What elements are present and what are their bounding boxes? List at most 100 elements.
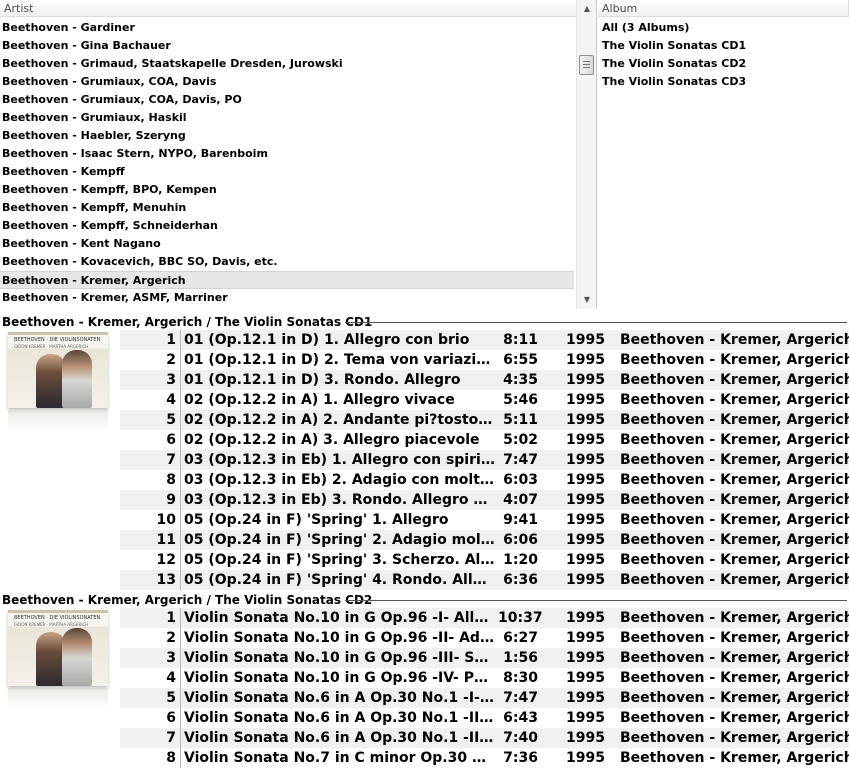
artist-list-item[interactable]: Beethoven - Gardiner: [0, 19, 574, 37]
scroll-down-arrow-icon[interactable]: ▼: [577, 291, 596, 309]
track-row[interactable]: 2 Violin Sonata No.10 in G Op.96 -II- Ada…: [120, 628, 849, 648]
artist-list-item[interactable]: Beethoven - Isaac Stern, NYPO, Barenboim: [0, 145, 574, 163]
track-row[interactable]: 1 01 (Op.12.1 in D) 1. Allegro con brio 8:…: [120, 330, 849, 350]
track-row[interactable]: 11 05 (Op.24 in F) 'Spring' 2. Adagio mol…: [120, 530, 849, 550]
column-separator: [180, 728, 181, 748]
scroll-up-arrow-icon[interactable]: ▲: [577, 0, 596, 18]
track-number: 2: [166, 630, 176, 646]
track-row[interactable]: 13 05 (Op.24 in F) 'Spring' 4. Rondo. All…: [120, 570, 849, 590]
scrollbar-thumb[interactable]: [579, 55, 594, 75]
track-number: 12: [156, 552, 176, 568]
artist-list-item[interactable]: Beethoven - Kempff, Menuhin: [0, 199, 574, 217]
track-year: 1995: [566, 572, 605, 588]
artist-list-item[interactable]: Beethoven - Grumiaux, COA, Davis, PO: [0, 91, 574, 109]
track-artist: Beethoven - Kremer, Argerich: [620, 710, 849, 726]
artist-column-header[interactable]: Artist: [0, 0, 596, 17]
album-art-reflection: [8, 688, 108, 710]
album-art-title: BEETHOVEN · DIE VIOLINSONATEN: [14, 615, 101, 621]
portrait-figure: [62, 628, 92, 686]
playlist-group-header[interactable]: Beethoven - Kremer, Argerich / The Violi…: [0, 312, 849, 330]
track-row[interactable]: 7 Violin Sonata No.6 in A Op.30 No.1 -III…: [120, 728, 849, 748]
artist-list-item[interactable]: Beethoven - Gina Bachauer: [0, 37, 574, 55]
track-length: 6:03: [503, 472, 538, 488]
artist-list-item[interactable]: Beethoven - Grimaud, Staatskapelle Dresd…: [0, 55, 574, 73]
track-artist: Beethoven - Kremer, Argerich: [620, 650, 849, 666]
track-number: 3: [166, 372, 176, 388]
album-list-item[interactable]: The Violin Sonatas CD2: [598, 55, 849, 73]
track-row[interactable]: 10 05 (Op.24 in F) 'Spring' 1. Allegro 9:4…: [120, 510, 849, 530]
track-row[interactable]: 1 Violin Sonata No.10 in G Op.96 -I- Alle…: [120, 608, 849, 628]
track-number: 1: [166, 332, 176, 348]
artist-list-item[interactable]: Beethoven - Grumiaux, Haskil: [0, 109, 574, 127]
track-row[interactable]: 6 Violin Sonata No.6 in A Op.30 No.1 -II-…: [120, 708, 849, 728]
track-length: 6:43: [503, 710, 538, 726]
track-row[interactable]: 8 Violin Sonata No.7 in C minor Op.30 No.…: [120, 748, 849, 768]
track-row[interactable]: 5 02 (Op.12.2 in A) 2. Andante pi?tosto -…: [120, 410, 849, 430]
track-title: 02 (Op.12.2 in A) 1. Allegro vivace: [184, 392, 455, 408]
track-length: 4:35: [503, 372, 538, 388]
track-number: 13: [156, 572, 176, 588]
track-artist: Beethoven - Kremer, Argerich: [620, 492, 849, 508]
track-title: 05 (Op.24 in F) 'Spring' 3. Scherzo. All…: [184, 552, 496, 568]
track-row[interactable]: 5 Violin Sonata No.6 in A Op.30 No.1 -I- …: [120, 688, 849, 708]
track-row[interactable]: 8 03 (Op.12.3 in Eb) 2. Adagio con molta …: [120, 470, 849, 490]
track-title: Violin Sonata No.7 in C minor Op.30 No.2…: [184, 750, 496, 766]
track-row[interactable]: 9 03 (Op.12.3 in Eb) 3. Rondo. Allegro mo…: [120, 490, 849, 510]
column-separator: [180, 550, 181, 570]
album-art: BEETHOVEN · DIE VIOLINSONATEN GIDON KREME…: [8, 610, 108, 686]
track-row[interactable]: 4 Violin Sonata No.10 in G Op.96 -IV- Poc…: [120, 668, 849, 688]
column-separator: [180, 410, 181, 430]
track-row[interactable]: 3 Violin Sonata No.10 in G Op.96 -III- Sc…: [120, 648, 849, 668]
artist-list-item[interactable]: Beethoven - Kempff, BPO, Kempen: [0, 181, 574, 199]
playlist-group-header[interactable]: Beethoven - Kremer, Argerich / The Violi…: [0, 590, 849, 608]
track-year: 1995: [566, 392, 605, 408]
artist-list-item[interactable]: Beethoven - Kent Nagano: [0, 235, 574, 253]
column-separator: [180, 390, 181, 410]
track-artist: Beethoven - Kremer, Argerich: [620, 332, 849, 348]
column-separator: [180, 450, 181, 470]
artist-list-item[interactable]: Beethoven - Kremer, ASMF, Marriner: [0, 289, 574, 307]
artist-list-item[interactable]: Beethoven - Kovacevich, BBC SO, Davis, e…: [0, 253, 574, 271]
album-pane[interactable]: Album All (3 Albums) The Violin Sonatas C…: [598, 0, 849, 309]
album-list-item[interactable]: All (3 Albums): [598, 19, 849, 37]
track-number: 9: [166, 492, 176, 508]
track-row[interactable]: 4 02 (Op.12.2 in A) 1. Allegro vivace 5:46…: [120, 390, 849, 410]
artist-list-item[interactable]: Beethoven - Kempff, Schneiderhan: [0, 217, 574, 235]
album-list[interactable]: All (3 Albums) The Violin Sonatas CD1 The …: [598, 19, 849, 91]
artist-list-item[interactable]: Beethoven - Kremer, Argerich: [0, 271, 574, 289]
artist-list-item[interactable]: Beethoven - Grumiaux, COA, Davis: [0, 73, 574, 91]
album-list-item[interactable]: The Violin Sonatas CD3: [598, 73, 849, 91]
track-length: 6:55: [503, 352, 538, 368]
track-length: 1:56: [503, 650, 538, 666]
track-year: 1995: [566, 412, 605, 428]
track-row[interactable]: 7 03 (Op.12.3 in Eb) 1. Allegro con spiri…: [120, 450, 849, 470]
artist-list-item[interactable]: Beethoven - Haebler, Szeryng: [0, 127, 574, 145]
track-year: 1995: [566, 730, 605, 746]
artist-list-item[interactable]: Beethoven - Kempff: [0, 163, 574, 181]
track-year: 1995: [566, 532, 605, 548]
track-row[interactable]: 3 01 (Op.12.1 in D) 3. Rondo. Allegro 4:35…: [120, 370, 849, 390]
track-title: 01 (Op.12.1 in D) 2. Tema von variazioni…: [184, 352, 496, 368]
track-number: 4: [166, 670, 176, 686]
artist-scrollbar[interactable]: ▲ ▼: [576, 0, 596, 309]
track-number: 3: [166, 650, 176, 666]
artist-pane[interactable]: Artist Beethoven - Gardiner Beethoven - G…: [0, 0, 597, 309]
album-art: BEETHOVEN · DIE VIOLINSONATEN GIDON KREME…: [8, 332, 108, 408]
track-title: 01 (Op.12.1 in D) 1. Allegro con brio: [184, 332, 470, 348]
track-artist: Beethoven - Kremer, Argerich: [620, 572, 849, 588]
playlist[interactable]: Beethoven - Kremer, Argerich / The Violi…: [0, 312, 849, 774]
album-art-performers: GIDON KREMER · MARTHA ARGERICH: [14, 344, 89, 349]
track-title: Violin Sonata No.10 in G Op.96 -IV- Poco…: [184, 670, 496, 686]
artist-list[interactable]: Beethoven - Gardiner Beethoven - Gina Bac…: [0, 19, 574, 307]
column-separator: [180, 470, 181, 490]
playlist-group: BEETHOVEN · DIE VIOLINSONATEN GIDON KREME…: [0, 608, 849, 768]
track-artist: Beethoven - Kremer, Argerich: [620, 512, 849, 528]
track-year: 1995: [566, 472, 605, 488]
track-row[interactable]: 2 01 (Op.12.1 in D) 2. Tema von variazion…: [120, 350, 849, 370]
track-artist: Beethoven - Kremer, Argerich: [620, 610, 849, 626]
album-list-item[interactable]: The Violin Sonatas CD1: [598, 37, 849, 55]
album-column-header[interactable]: Album: [598, 0, 849, 17]
track-title: 01 (Op.12.1 in D) 3. Rondo. Allegro: [184, 372, 461, 388]
track-row[interactable]: 6 02 (Op.12.2 in A) 3. Allegro piacevole 5…: [120, 430, 849, 450]
track-row[interactable]: 12 05 (Op.24 in F) 'Spring' 3. Scherzo. A…: [120, 550, 849, 570]
